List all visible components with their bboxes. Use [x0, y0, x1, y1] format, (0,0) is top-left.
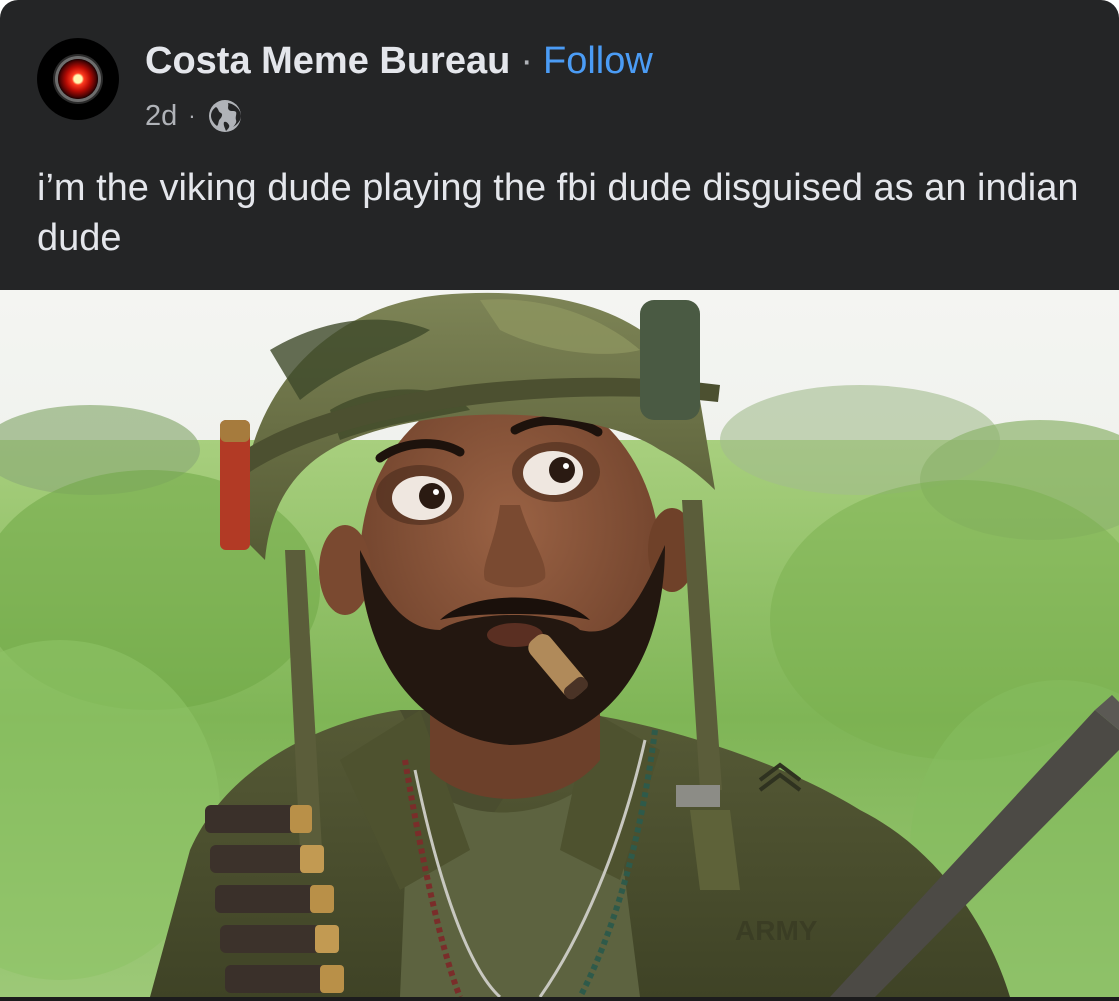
meta-separator: · [188, 103, 196, 128]
post-card: Costa Meme Bureau · Follow 2d · i’m the vi… [0, 0, 1119, 1001]
army-patch-text: ARMY [735, 915, 818, 946]
soldier-meme-image: ARMY [0, 290, 1119, 997]
post-caption: i’m the viking dude playing the fbi dude… [37, 167, 1079, 259]
page-avatar[interactable] [37, 38, 119, 120]
post-header: Costa Meme Bureau · Follow 2d · i’m the vi… [0, 0, 1119, 290]
post-bottom-edge [0, 997, 1119, 1001]
post-meta: 2d · [145, 96, 243, 136]
hal-9000-eye-icon [58, 59, 98, 99]
globe-icon[interactable] [207, 98, 243, 134]
name-separator: · [520, 40, 533, 82]
follow-button[interactable]: Follow [543, 40, 653, 82]
post-timestamp[interactable]: 2d [145, 96, 177, 136]
author-line: Costa Meme Bureau · Follow [145, 38, 653, 84]
author-name[interactable]: Costa Meme Bureau [145, 40, 510, 82]
post-photo[interactable]: ARMY [0, 290, 1119, 997]
